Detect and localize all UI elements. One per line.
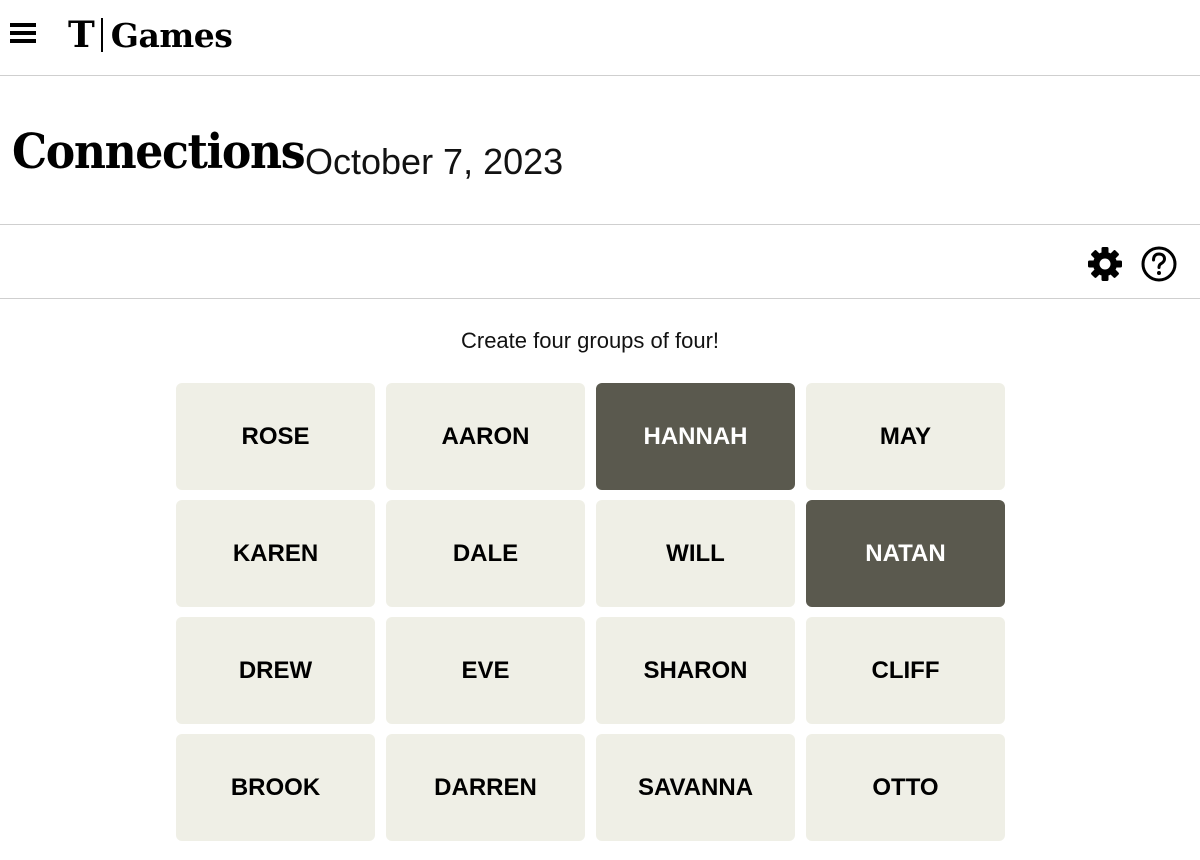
games-wordmark: Games [110, 15, 233, 55]
question-mark-icon [1141, 246, 1177, 282]
word-tile[interactable]: DREW [176, 617, 375, 724]
game-title: Connections [12, 124, 306, 180]
settings-button[interactable] [1086, 245, 1124, 283]
help-button[interactable] [1140, 245, 1178, 283]
word-grid: ROSE AARON HANNAH MAY KAREN DALE WILL NATAN DREW… [176, 383, 1006, 841]
word-tile[interactable]: WILL [596, 500, 795, 607]
word-tile[interactable]: BROOK [176, 734, 375, 841]
word-tile[interactable]: SAVANNA [596, 734, 795, 841]
word-tile[interactable]: EVE [386, 617, 585, 724]
title-bar: Connections October 7, 2023 [0, 76, 1200, 225]
word-tile[interactable]: SHARON [596, 617, 795, 724]
game-instruction: Create four groups of four! [460, 328, 720, 353]
word-tile[interactable]: ROSE [176, 383, 375, 490]
logo-divider [100, 18, 103, 52]
word-tile[interactable]: NATAN [806, 500, 1005, 607]
word-tile[interactable]: HANNAH [596, 383, 795, 490]
top-nav: T Games [0, 0, 1200, 76]
hamburger-menu-icon[interactable] [10, 20, 38, 46]
word-tile[interactable]: KAREN [176, 500, 375, 607]
word-tile[interactable]: DARREN [386, 734, 585, 841]
menu-line [10, 39, 36, 43]
tool-bar [0, 225, 1200, 299]
word-tile[interactable]: CLIFF [806, 617, 1005, 724]
menu-line [10, 31, 36, 35]
connections-page: T Games Connections October 7, 2023 Crea… [0, 0, 1200, 860]
nyt-games-logo[interactable]: T Games [68, 10, 233, 60]
word-tile[interactable]: OTTO [806, 734, 1005, 841]
word-tile[interactable]: AARON [386, 383, 585, 490]
word-tile[interactable]: MAY [806, 383, 1005, 490]
menu-line [10, 23, 36, 27]
puzzle-date: October 7, 2023 [305, 141, 564, 182]
word-tile[interactable]: DALE [386, 500, 585, 607]
gear-icon [1088, 247, 1122, 281]
nyt-logo-mark: T [68, 14, 95, 56]
